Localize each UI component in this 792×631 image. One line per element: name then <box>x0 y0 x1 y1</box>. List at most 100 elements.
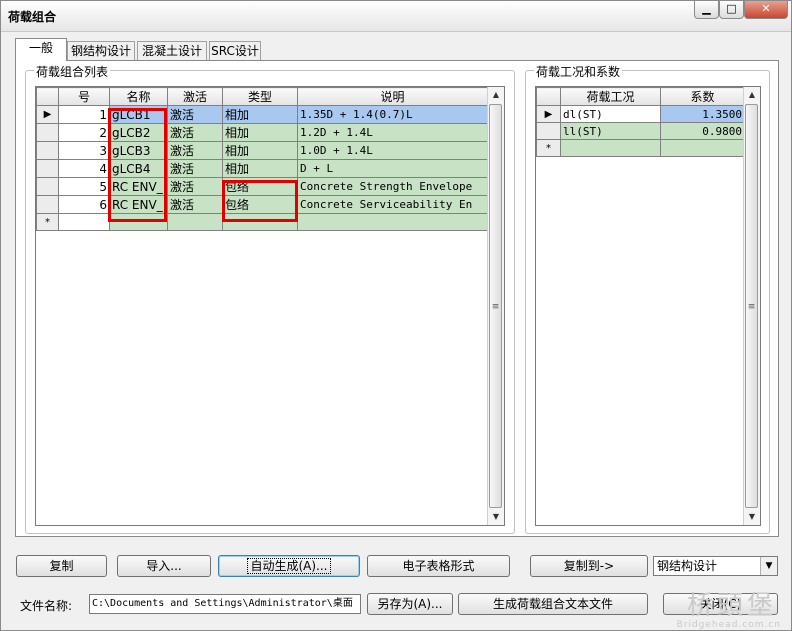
cell-active[interactable]: 激活 <box>167 141 223 160</box>
cell-type[interactable] <box>222 213 298 231</box>
auto-generate-button[interactable]: 自动生成(A)... <box>218 555 360 577</box>
cell-name[interactable]: gLCB2 <box>109 123 168 142</box>
row-selector[interactable]: ▶ <box>536 105 561 123</box>
cell-active[interactable]: 激活 <box>167 177 223 196</box>
scroll-up-arrow[interactable]: ▲ <box>488 87 504 103</box>
copy-to-button[interactable]: 复制到-> <box>530 555 648 577</box>
cell-no[interactable]: 2 <box>58 123 110 142</box>
cell-no[interactable]: 5 <box>58 177 110 196</box>
row-selector[interactable] <box>36 195 59 214</box>
chevron-down-icon[interactable]: ▼ <box>760 557 777 575</box>
table-row[interactable]: ll(ST) 0.9800 <box>536 122 745 140</box>
load-combination-grid[interactable]: 号 名称 激活 类型 说明 ▶ 1 gLCB1 激活 相加 1.35D + 1.… <box>35 86 505 526</box>
table-row[interactable]: 3 gLCB3 激活 相加 1.0D + 1.4L <box>36 141 488 160</box>
cell-description[interactable]: 1.2D + 1.4L <box>297 123 488 142</box>
load-case-factor-grid[interactable]: 荷载工况 系数 ▶ dl(ST) 1.3500 ll(ST) 0.9800 * … <box>535 86 761 526</box>
generate-text-file-button[interactable]: 生成荷载组合文本文件 <box>458 593 648 615</box>
cell-load-case[interactable]: dl(ST) <box>560 105 661 123</box>
new-row[interactable]: * <box>36 213 488 231</box>
scroll-thumb[interactable]: ≡ <box>489 104 502 508</box>
cell-type[interactable]: 相加 <box>222 123 298 142</box>
column-header-type[interactable]: 类型 <box>222 87 298 106</box>
row-selector[interactable] <box>536 122 561 140</box>
cell-load-case[interactable]: ll(ST) <box>560 122 661 140</box>
save-as-button[interactable]: 另存为(A)... <box>367 593 453 615</box>
cell-type[interactable]: 相加 <box>222 105 298 124</box>
scroll-down-arrow[interactable]: ▼ <box>744 509 760 525</box>
auto-generate-label: 自动生成(A)... <box>247 558 331 574</box>
dialog-window: 荷载组合 ▁ □ ✕ 一般 钢结构设计 混凝土设计 SRC设计 荷载组合列表 号… <box>0 0 792 631</box>
new-row-marker[interactable]: * <box>536 139 561 157</box>
vertical-scrollbar[interactable]: ▲ ≡ ▼ <box>743 87 760 525</box>
copy-target-select[interactable]: 钢结构设计 ▼ <box>653 556 778 576</box>
cell-description[interactable]: D + L <box>297 159 488 178</box>
tab-steel-design[interactable]: 钢结构设计 <box>67 41 135 60</box>
cell-description[interactable]: Concrete Serviceability En <box>297 195 488 214</box>
cell-no[interactable]: 4 <box>58 159 110 178</box>
column-header-name[interactable]: 名称 <box>109 87 168 106</box>
cell-description[interactable]: Concrete Strength Envelope <box>297 177 488 196</box>
file-name-field[interactable]: C:\Documents and Settings\Administrator\… <box>89 594 361 614</box>
load-case-factor-group: 荷载工况和系数 荷载工况 系数 ▶ dl(ST) 1.3500 ll(ST) 0… <box>525 63 770 534</box>
cell-factor[interactable]: 1.3500 <box>660 105 745 123</box>
cell-no[interactable]: 6 <box>58 195 110 214</box>
cell-no[interactable]: 3 <box>58 141 110 160</box>
column-header-factor[interactable]: 系数 <box>660 87 745 106</box>
scroll-down-arrow[interactable]: ▼ <box>488 509 504 525</box>
table-row[interactable]: ▶ dl(ST) 1.3500 <box>536 105 745 123</box>
column-header-load-case[interactable]: 荷载工况 <box>560 87 661 106</box>
cell-active[interactable]: 激活 <box>167 123 223 142</box>
import-button[interactable]: 导入... <box>117 555 211 577</box>
cell-description[interactable] <box>297 213 488 231</box>
table-row[interactable]: 5 RC ENV_ 激活 包络 Concrete Strength Envelo… <box>36 177 488 196</box>
cell-name[interactable] <box>109 213 168 231</box>
new-row-marker[interactable]: * <box>36 213 59 231</box>
cell-load-case[interactable] <box>560 139 661 157</box>
column-header-description[interactable]: 说明 <box>297 87 488 106</box>
row-selector[interactable]: ▶ <box>36 105 59 124</box>
cell-no[interactable] <box>58 213 110 231</box>
cell-type[interactable]: 相加 <box>222 141 298 160</box>
cell-active[interactable] <box>167 213 223 231</box>
column-header-active[interactable]: 激活 <box>167 87 223 106</box>
cell-name[interactable]: gLCB3 <box>109 141 168 160</box>
table-row[interactable]: 4 gLCB4 激活 相加 D + L <box>36 159 488 178</box>
row-selector[interactable] <box>36 177 59 196</box>
row-selector[interactable] <box>36 141 59 160</box>
scroll-thumb[interactable]: ≡ <box>745 104 758 508</box>
maximize-button[interactable]: □ <box>719 1 744 19</box>
new-row[interactable]: * <box>536 139 745 157</box>
table-row[interactable]: 2 gLCB2 激活 相加 1.2D + 1.4L <box>36 123 488 142</box>
cell-type[interactable]: 包络 <box>222 195 298 214</box>
row-selector[interactable] <box>36 123 59 142</box>
cell-active[interactable]: 激活 <box>167 195 223 214</box>
vertical-scrollbar[interactable]: ▲ ≡ ▼ <box>487 87 504 525</box>
scroll-up-arrow[interactable]: ▲ <box>744 87 760 103</box>
spreadsheet-button[interactable]: 电子表格形式 <box>367 555 510 577</box>
copy-button[interactable]: 复制 <box>16 555 107 577</box>
cell-name[interactable]: gLCB1 <box>109 105 168 124</box>
tab-concrete-design[interactable]: 混凝土设计 <box>137 41 207 60</box>
cell-type[interactable]: 相加 <box>222 159 298 178</box>
minimize-button[interactable]: ▁ <box>694 1 719 19</box>
tab-general[interactable]: 一般 <box>15 38 67 61</box>
tab-src-design[interactable]: SRC设计 <box>209 41 261 60</box>
cell-description[interactable]: 1.35D + 1.4(0.7)L <box>297 105 488 124</box>
cell-name[interactable]: RC ENV_ <box>109 195 168 214</box>
table-row[interactable]: 6 RC ENV_ 激活 包络 Concrete Serviceability … <box>36 195 488 214</box>
cell-active[interactable]: 激活 <box>167 159 223 178</box>
column-header-no[interactable]: 号 <box>58 87 110 106</box>
cell-factor[interactable] <box>660 139 745 157</box>
cell-factor[interactable]: 0.9800 <box>660 122 745 140</box>
title-bar[interactable]: 荷载组合 ▁ □ ✕ <box>1 1 791 32</box>
cell-active[interactable]: 激活 <box>167 105 223 124</box>
close-window-button[interactable]: ✕ <box>744 1 788 19</box>
cell-name[interactable]: gLCB4 <box>109 159 168 178</box>
table-row[interactable]: ▶ 1 gLCB1 激活 相加 1.35D + 1.4(0.7)L <box>36 105 488 124</box>
cell-type[interactable]: 包络 <box>222 177 298 196</box>
cell-description[interactable]: 1.0D + 1.4L <box>297 141 488 160</box>
cell-name[interactable]: RC ENV_ <box>109 177 168 196</box>
cell-no[interactable]: 1 <box>58 105 110 124</box>
row-header-corner <box>36 87 59 106</box>
row-selector[interactable] <box>36 159 59 178</box>
